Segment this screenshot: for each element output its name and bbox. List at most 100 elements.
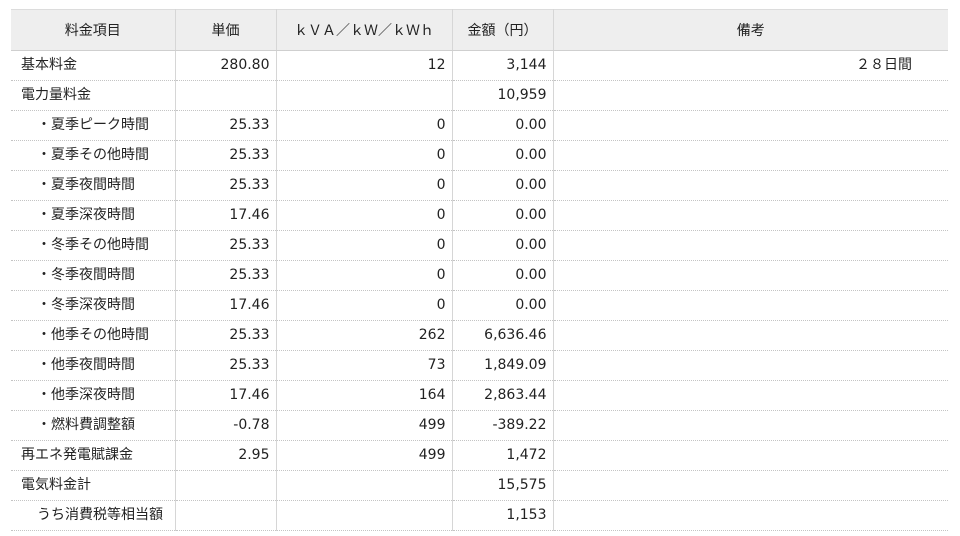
cell-amount: 1,153 — [452, 500, 554, 531]
cell-item: ・夏季ピーク時間 — [11, 110, 176, 141]
cell-item: ・他季夜間時間 — [11, 350, 176, 381]
cell-quantity: 0 — [276, 170, 453, 201]
cell-item: 電力量料金 — [11, 80, 176, 111]
table-row: ・燃料費調整額 -0.78 499 -389.22 — [11, 410, 948, 441]
cell-unit-price: 25.33 — [175, 230, 277, 261]
cell-item: 電気料金計 — [11, 470, 176, 501]
cell-item: ・他季深夜時間 — [11, 380, 176, 411]
table-row: ・夏季深夜時間 17.46 0 0.00 — [11, 200, 948, 231]
cell-unit-price — [175, 80, 277, 111]
cell-note — [553, 320, 948, 351]
cell-quantity: 262 — [276, 320, 453, 351]
cell-quantity: 0 — [276, 110, 453, 141]
header-quantity: ｋＶＡ／ｋＷ／ｋＷｈ — [276, 9, 453, 51]
cell-note — [553, 80, 948, 111]
cell-item: ・夏季夜間時間 — [11, 170, 176, 201]
header-amount: 金額（円） — [452, 9, 554, 51]
table-row: ・他季深夜時間 17.46 164 2,863.44 — [11, 380, 948, 411]
table-row: 電力量料金 10,959 — [11, 80, 948, 111]
cell-quantity: 0 — [276, 200, 453, 231]
cell-note — [553, 500, 948, 531]
cell-item: 再エネ発電賦課金 — [11, 440, 176, 471]
cell-item: ・他季その他時間 — [11, 320, 176, 351]
cell-amount: 6,636.46 — [452, 320, 554, 351]
cell-item: ・冬季夜間時間 — [11, 260, 176, 291]
cell-note — [553, 410, 948, 441]
cell-note — [553, 230, 948, 261]
cell-note — [553, 380, 948, 411]
cell-quantity: 164 — [276, 380, 453, 411]
cell-amount: 0.00 — [452, 110, 554, 141]
header-row: 料金項目 単価 ｋＶＡ／ｋＷ／ｋＷｈ 金額（円） 備考 — [11, 9, 948, 51]
table-row: ・冬季深夜時間 17.46 0 0.00 — [11, 290, 948, 321]
header-note: 備考 — [553, 9, 948, 51]
cell-unit-price: -0.78 — [175, 410, 277, 441]
cell-quantity: 0 — [276, 290, 453, 321]
table-body: 基本料金 280.80 12 3,144 ２８日間 電力量料金 10,959 ・夏季ピーク時間… — [11, 50, 948, 531]
cell-amount: 0.00 — [452, 230, 554, 261]
cell-item: ・夏季深夜時間 — [11, 200, 176, 231]
cell-unit-price — [175, 500, 277, 531]
cell-quantity: 0 — [276, 260, 453, 291]
cell-item: ・燃料費調整額 — [11, 410, 176, 441]
cell-amount: 0.00 — [452, 290, 554, 321]
table-row: ・他季夜間時間 25.33 73 1,849.09 — [11, 350, 948, 381]
cell-amount: 0.00 — [452, 200, 554, 231]
header-unit-price: 単価 — [175, 9, 277, 51]
cell-unit-price: 25.33 — [175, 110, 277, 141]
cell-unit-price: 17.46 — [175, 290, 277, 321]
cell-quantity — [276, 500, 453, 531]
cell-amount: 3,144 — [452, 50, 554, 81]
cell-quantity: 499 — [276, 440, 453, 471]
cell-note — [553, 470, 948, 501]
cell-quantity: 12 — [276, 50, 453, 81]
cell-amount: 0.00 — [452, 260, 554, 291]
cell-note — [553, 140, 948, 171]
cell-quantity: 73 — [276, 350, 453, 381]
cell-item: ・冬季その他時間 — [11, 230, 176, 261]
table-row: ・冬季夜間時間 25.33 0 0.00 — [11, 260, 948, 291]
table-row: ・夏季その他時間 25.33 0 0.00 — [11, 140, 948, 171]
cell-amount: 15,575 — [452, 470, 554, 501]
cell-amount: 2,863.44 — [452, 380, 554, 411]
cell-item: ・冬季深夜時間 — [11, 290, 176, 321]
cell-quantity: 0 — [276, 140, 453, 171]
table-row: ・夏季ピーク時間 25.33 0 0.00 — [11, 110, 948, 141]
cell-unit-price: 280.80 — [175, 50, 277, 81]
cell-note — [553, 290, 948, 321]
table-row: 再エネ発電賦課金 2.95 499 1,472 — [11, 440, 948, 471]
cell-quantity: 499 — [276, 410, 453, 441]
cell-item: ・夏季その他時間 — [11, 140, 176, 171]
header-item: 料金項目 — [11, 9, 176, 51]
cell-quantity: 0 — [276, 230, 453, 261]
billing-table: 料金項目 単価 ｋＶＡ／ｋＷ／ｋＷｈ 金額（円） 備考 基本料金 280.80 12… — [11, 9, 948, 531]
cell-unit-price: 25.33 — [175, 170, 277, 201]
billing-table-container: 料金項目 単価 ｋＶＡ／ｋＷ／ｋＷｈ 金額（円） 備考 基本料金 280.80 12… — [11, 9, 948, 531]
cell-unit-price: 17.46 — [175, 200, 277, 231]
cell-amount: 1,472 — [452, 440, 554, 471]
table-row: 電気料金計 15,575 — [11, 470, 948, 501]
cell-quantity — [276, 80, 453, 111]
cell-note — [553, 260, 948, 291]
cell-note — [553, 200, 948, 231]
table-row: うち消費税等相当額 1,153 — [11, 500, 948, 531]
table-row: ・冬季その他時間 25.33 0 0.00 — [11, 230, 948, 261]
cell-unit-price: 25.33 — [175, 350, 277, 381]
cell-unit-price: 25.33 — [175, 320, 277, 351]
cell-note — [553, 350, 948, 381]
cell-note — [553, 440, 948, 471]
table-row: 基本料金 280.80 12 3,144 ２８日間 — [11, 50, 948, 81]
cell-unit-price: 25.33 — [175, 140, 277, 171]
cell-amount: 10,959 — [452, 80, 554, 111]
cell-amount: 0.00 — [452, 140, 554, 171]
cell-unit-price: 17.46 — [175, 380, 277, 411]
cell-quantity — [276, 470, 453, 501]
cell-unit-price: 2.95 — [175, 440, 277, 471]
table-row: ・夏季夜間時間 25.33 0 0.00 — [11, 170, 948, 201]
cell-amount: 0.00 — [452, 170, 554, 201]
cell-item: 基本料金 — [11, 50, 176, 81]
cell-note — [553, 170, 948, 201]
cell-unit-price — [175, 470, 277, 501]
cell-note — [553, 110, 948, 141]
cell-amount: 1,849.09 — [452, 350, 554, 381]
